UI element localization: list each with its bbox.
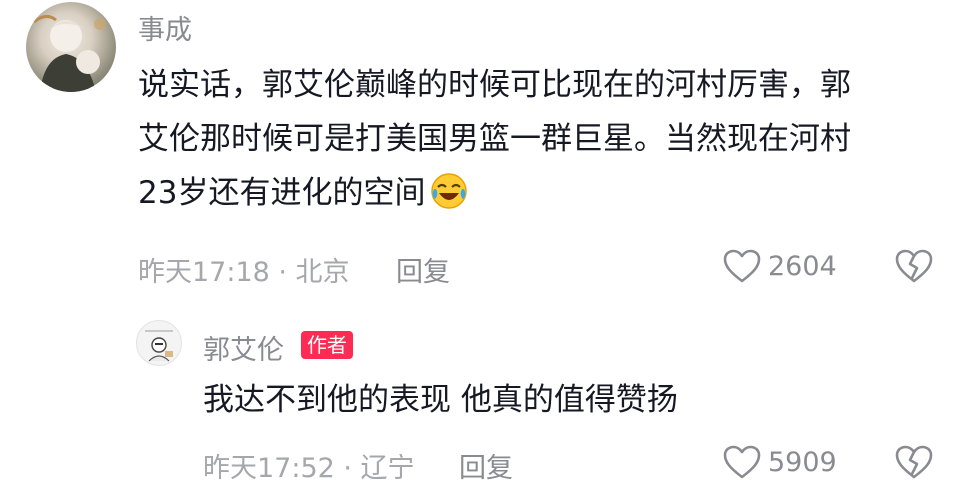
dislike-button[interactable] — [894, 444, 934, 484]
like-count: 5909 — [768, 446, 837, 478]
reply-button[interactable]: 回复 — [396, 250, 450, 289]
avatar-illustration — [33, 15, 106, 92]
heart-icon — [723, 445, 761, 479]
heart-icon — [723, 249, 761, 283]
dislike-button[interactable] — [894, 248, 934, 288]
broken-heart-icon — [895, 249, 933, 283]
reply-text: 我达不到他的表现 他真的值得赞扬 — [203, 382, 678, 418]
laughing-crying-emoji-icon — [429, 171, 469, 211]
avatar-illustration — [145, 330, 173, 362]
comment-username[interactable]: 事成 — [138, 8, 192, 47]
author-badge: 作者 — [301, 331, 353, 359]
comment-text-line: 23岁还有进化的空间 — [138, 175, 426, 211]
like-count: 2604 — [768, 250, 837, 282]
comment-text-line: 艾伦那时候可是打美国男篮一群巨星。当然现在河村 — [138, 121, 851, 157]
reply-username[interactable]: 郭艾伦 — [203, 328, 284, 367]
broken-heart-icon — [895, 445, 933, 479]
comment-text: 说实话，郭艾伦巅峰的时候可比现在的河村厉害，郭 艾伦那时候可是打美国男篮一群巨星… — [138, 58, 851, 220]
avatar[interactable] — [26, 2, 116, 92]
like-button[interactable]: 5909 — [722, 444, 837, 480]
comment-text-line-last: 23岁还有进化的空间 — [138, 166, 851, 220]
comment-text-line: 说实话，郭艾伦巅峰的时候可比现在的河村厉害，郭 — [138, 67, 851, 103]
like-button[interactable]: 2604 — [722, 248, 837, 284]
reply-button[interactable]: 回复 — [459, 446, 513, 485]
reply-meta: 昨天17:52 · 辽宁 — [203, 453, 415, 484]
avatar[interactable] — [136, 320, 182, 366]
comment-meta: 昨天17:18 · 北京 — [138, 257, 350, 288]
